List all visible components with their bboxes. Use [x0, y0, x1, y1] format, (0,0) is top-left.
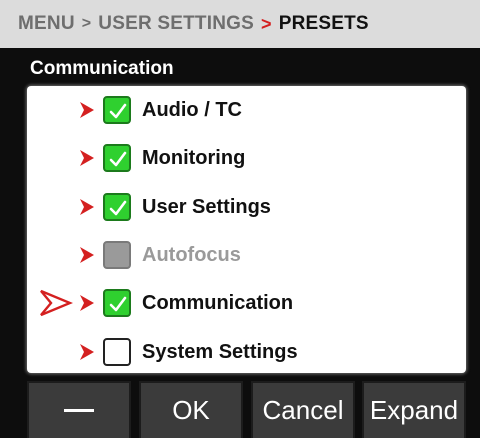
breadcrumb-user-settings[interactable]: USER SETTINGS [98, 13, 254, 35]
checkbox[interactable] [103, 144, 131, 172]
list-item-label: User Settings [142, 196, 271, 218]
list-item-autofocus[interactable]: Autofocus [27, 231, 466, 279]
ok-button[interactable]: OK [139, 381, 243, 438]
checkbox[interactable] [103, 289, 131, 317]
check-icon [109, 200, 127, 216]
list-item-audio-tc[interactable]: Audio / TC [27, 86, 466, 134]
chevron-right-icon [80, 247, 94, 263]
list-item-monitoring[interactable]: Monitoring [27, 134, 466, 182]
minus-icon [64, 409, 94, 412]
list-item-user-settings[interactable]: User Settings [27, 183, 466, 231]
check-icon [109, 151, 127, 167]
chevron-right-icon [80, 344, 94, 360]
checkbox[interactable] [103, 96, 131, 124]
breadcrumb-separator-active: > [260, 13, 272, 34]
checkbox[interactable] [103, 193, 131, 221]
list-item-communication[interactable]: Communication [27, 279, 466, 327]
minus-button[interactable] [27, 381, 131, 438]
chevron-right-icon [80, 199, 94, 215]
check-icon [109, 103, 127, 119]
chevron-right-icon [80, 295, 94, 311]
breadcrumb-current: PRESETS [278, 13, 369, 34]
breadcrumb-separator: > [81, 15, 92, 32]
list-item-label: Communication [142, 292, 294, 314]
expand-button[interactable]: Expand [362, 381, 466, 438]
list-item-label: Monitoring [142, 147, 246, 169]
list-item-label: System Settings [142, 341, 298, 363]
list-item-label: Audio / TC [142, 99, 242, 121]
breadcrumb-menu[interactable]: MENU [18, 13, 75, 35]
chevron-right-icon [80, 150, 94, 166]
preset-list[interactable]: Audio / TC Monitoring User Settings Auto… [27, 86, 466, 373]
checkbox [103, 241, 131, 269]
check-icon [109, 296, 127, 312]
list-item-system-settings[interactable]: System Settings [27, 328, 466, 373]
list-item-label: Autofocus [142, 244, 241, 266]
checkbox[interactable] [103, 338, 131, 366]
breadcrumb: MENU > USER SETTINGS > PRESETS [0, 0, 480, 48]
selection-pointer-icon [40, 289, 73, 317]
section-title: Communication [30, 58, 174, 79]
chevron-right-icon [80, 102, 94, 118]
cancel-button[interactable]: Cancel [251, 381, 355, 438]
